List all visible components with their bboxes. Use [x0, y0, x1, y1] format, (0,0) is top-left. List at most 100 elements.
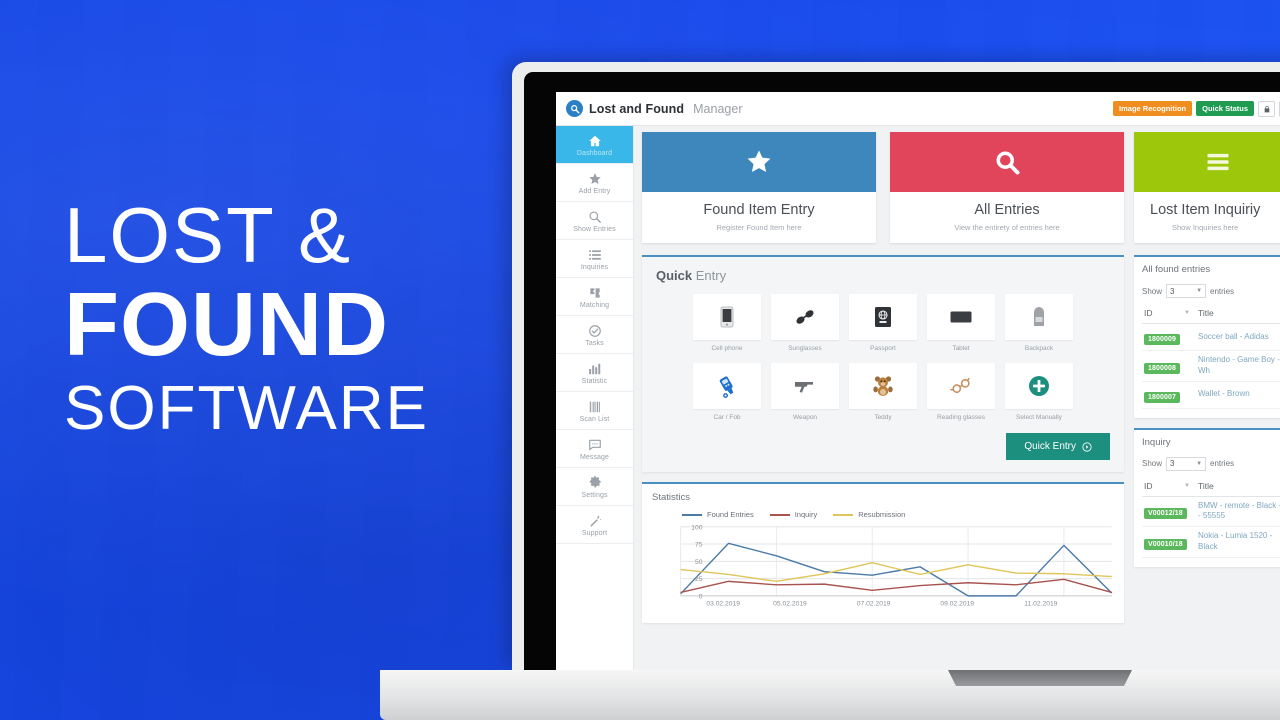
promo-headline: LOST & FOUND SOFTWARE	[64, 196, 429, 440]
quick-tile-car-fob[interactable]: Car / Fob	[693, 363, 761, 421]
sidebar-label: Dashboard	[576, 149, 613, 157]
quick-tile-label: Cell phone	[711, 345, 743, 352]
sidebar-item-dashboard[interactable]: Dashboard	[556, 126, 633, 164]
card-title: Lost Item Inquiriy	[1150, 202, 1261, 218]
legend-item-inquiry[interactable]: Inquiry	[769, 510, 817, 519]
sidebar-item-inquiries[interactable]: Inquiries	[556, 240, 633, 278]
svg-text:07.02.2019: 07.02.2019	[857, 600, 891, 607]
table-row[interactable]: 1800008 Nintendo - Game Boy - Wh	[1142, 350, 1280, 382]
quick-tile-passport[interactable]: Passport	[849, 294, 917, 352]
quick-entry-panel: Quick Entry Cell phone Sunglasses Passpo…	[642, 255, 1124, 472]
legend-item-resubmission[interactable]: Resubmission	[833, 510, 905, 519]
quick-tile-label: Reading glasses	[936, 414, 986, 421]
sidebar-item-matching[interactable]: Matching	[556, 278, 633, 316]
entry-title-link[interactable]: Wallet - Brown	[1198, 389, 1280, 400]
quick-entry-submit-button[interactable]: Quick Entry	[1006, 433, 1110, 460]
chart-area: 0 25 50 75 100 03.02.2019 05.02.2019 07.02.2019…	[652, 521, 1114, 617]
cell-title: Wallet - Brown	[1196, 381, 1280, 409]
laptop-bezel: Lost and Found Manager Image Recognition…	[524, 72, 1280, 670]
sunglasses-icon	[796, 310, 814, 324]
search-icon	[588, 209, 602, 225]
sidebar-item-scan-list[interactable]: Scan List	[556, 392, 633, 430]
card-icon-area	[642, 132, 876, 192]
quick-tile-label: Backpack	[1024, 345, 1054, 352]
sidebar-item-add-entry[interactable]: Add Entry	[556, 164, 633, 202]
show-entries-row: Show 3 ▼ entries	[1142, 456, 1280, 471]
entry-title-link[interactable]: BMW - remote - Black - 1 - 55555	[1198, 501, 1280, 523]
inquiry-panel: Inquiry Show 3 ▼ entries ID ▼ Title V000…	[1134, 427, 1280, 567]
column-header-title[interactable]: Title	[1196, 304, 1280, 324]
legend-label: Found Entries	[707, 510, 754, 519]
card-subtitle: Register Found Item here	[716, 223, 802, 232]
statistics-panel: Statistics Found Entries Inquiry Resubmi…	[642, 482, 1124, 623]
table-row[interactable]: 1800009 Soccer ball - Adidas	[1142, 323, 1280, 351]
quick-tile-label: Sunglasses	[788, 345, 822, 352]
quick-tile-teddy[interactable]: Teddy	[849, 363, 917, 421]
card-lost-item-inquiry[interactable]: Lost Item Inquiriy Show Inquiries here	[1134, 132, 1280, 243]
sidebar-item-show-entries[interactable]: Show Entries	[556, 202, 633, 240]
quick-tile-reading-glasses[interactable]: Reading glasses	[927, 363, 995, 421]
table-row[interactable]: 1800007 Wallet - Brown	[1142, 381, 1280, 409]
quick-tile-sunglasses[interactable]: Sunglasses	[771, 294, 839, 352]
image-recognition-button[interactable]: Image Recognition	[1113, 100, 1193, 117]
sidebar-item-support[interactable]: Support	[556, 506, 633, 544]
column-label: ID	[1144, 480, 1153, 491]
promo-line-2: FOUND	[64, 275, 389, 375]
quick-tile-tablet[interactable]: Tablet	[927, 294, 995, 352]
quick-entry-footer: Quick Entry	[656, 433, 1110, 460]
entry-title-link[interactable]: Nokia - Lumia 1520 - Black	[1198, 531, 1280, 553]
plus-circle-icon	[1029, 376, 1049, 396]
table-row[interactable]: V00010/18 Nokia - Lumia 1520 - Black	[1142, 526, 1280, 558]
card-all-entries[interactable]: All Entries View the entirety of entries…	[890, 132, 1124, 243]
show-entries-select[interactable]: 3 ▼	[1166, 456, 1207, 471]
quick-tile-icon-box	[771, 294, 839, 340]
brand[interactable]: Lost and Found Manager	[566, 100, 742, 117]
svg-text:100: 100	[691, 524, 702, 531]
sidebar-item-tasks[interactable]: Tasks	[556, 316, 633, 354]
star-icon	[747, 150, 771, 173]
column-label: ID	[1144, 308, 1153, 318]
quick-tile-backpack[interactable]: Backpack	[1005, 294, 1073, 352]
card-icon-area	[890, 132, 1124, 192]
sort-caret-icon: ▼	[1184, 482, 1190, 489]
legend-item-found-entries[interactable]: Found Entries	[682, 510, 754, 519]
car-key-icon	[719, 376, 734, 398]
chart-legend: Found Entries Inquiry Resubmission	[682, 510, 1114, 519]
laptop-mockup: Lost and Found Manager Image Recognition…	[380, 62, 1280, 720]
card-found-item-entry[interactable]: Found Item Entry Register Found Item her…	[642, 132, 876, 243]
cellphone-icon	[720, 306, 734, 328]
sidebar-label: Matching	[579, 301, 610, 309]
card-body: All Entries View the entirety of entries…	[890, 192, 1124, 243]
quick-entry-row-2: Car / Fob Weapon Teddy Reading glasses S…	[656, 363, 1110, 421]
entries-label: entries	[1210, 459, 1235, 469]
column-header-title[interactable]: Title ⇅	[1196, 476, 1280, 497]
sidebar-item-message[interactable]: Message	[556, 430, 633, 468]
sidebar-item-statistic[interactable]: Statistic	[556, 354, 633, 392]
sidebar-item-settings[interactable]: Settings	[556, 468, 633, 506]
inquiry-table: ID ▼ Title ⇅	[1142, 476, 1280, 558]
quick-tile-select-manually[interactable]: Select Manually	[1005, 363, 1073, 421]
sidebar-label: Show Entries	[573, 225, 616, 233]
column-header-id[interactable]: ID ▼	[1142, 476, 1196, 497]
quick-tile-cell-phone[interactable]: Cell phone	[693, 294, 761, 352]
column-header-id[interactable]: ID ▼	[1142, 304, 1196, 324]
statistics-title: Statistics	[652, 492, 691, 503]
cell-id: V00010/18	[1142, 526, 1196, 558]
column-label: Title	[1198, 308, 1214, 318]
entry-title-link[interactable]: Soccer ball - Adidas	[1198, 332, 1280, 343]
show-entries-select[interactable]: 3 ▼	[1166, 284, 1207, 298]
svg-text:09.02.2019: 09.02.2019	[940, 600, 974, 607]
quick-tile-weapon[interactable]: Weapon	[771, 363, 839, 421]
id-badge: 1800008	[1144, 362, 1180, 374]
table-row[interactable]: V00012/18 BMW - remote - Black - 1 - 555…	[1142, 496, 1280, 528]
entry-title-link[interactable]: Nintendo - Game Boy - Wh	[1198, 355, 1280, 377]
quick-entry-title-rest: Entry	[692, 268, 727, 283]
quick-tile-label: Weapon	[792, 414, 818, 421]
lock-button[interactable]	[1258, 100, 1275, 117]
quick-tile-icon-box	[1005, 294, 1073, 340]
backpack-icon	[1034, 307, 1044, 326]
sidebar-label: Statistic	[581, 377, 608, 385]
header-actions: Image Recognition Quick Status	[1113, 100, 1280, 117]
promo-line-1: LOST &	[64, 191, 353, 279]
quick-status-button[interactable]: Quick Status	[1196, 100, 1254, 117]
